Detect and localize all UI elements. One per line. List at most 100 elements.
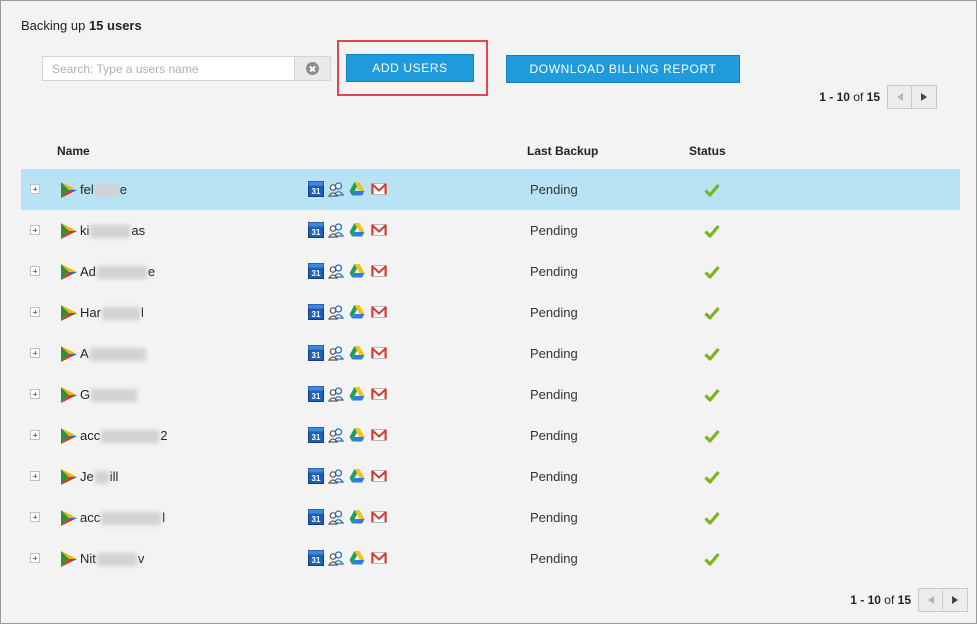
expand-row-icon[interactable]: [30, 266, 40, 276]
gmail-icon: [371, 265, 387, 277]
pagination-top: 1 - 10 of 15: [819, 84, 937, 109]
check-icon: [704, 347, 720, 361]
gmail-service[interactable]: [371, 427, 387, 443]
expand-row-icon[interactable]: [30, 348, 40, 358]
expand-row-icon[interactable]: [30, 184, 40, 194]
calendar-service[interactable]: 31: [308, 222, 324, 238]
contacts-service[interactable]: [327, 181, 345, 197]
drive-service[interactable]: [349, 509, 365, 525]
calendar-service[interactable]: 31: [308, 181, 324, 197]
add-users-button[interactable]: ADD USERS: [346, 54, 474, 82]
backup-summary: Backing up 15 users: [21, 18, 142, 33]
contacts-service[interactable]: [327, 468, 345, 484]
redacted-name-part: [91, 389, 138, 403]
calendar-service[interactable]: 31: [308, 304, 324, 320]
calendar-service[interactable]: 31: [308, 427, 324, 443]
contacts-service[interactable]: [327, 263, 345, 279]
column-header-status[interactable]: Status: [689, 144, 726, 158]
gmail-service[interactable]: [371, 263, 387, 279]
search-input[interactable]: [42, 56, 294, 81]
gmail-service[interactable]: [371, 468, 387, 484]
drive-service[interactable]: [349, 386, 365, 402]
contacts-service[interactable]: [327, 345, 345, 361]
expand-row-icon[interactable]: [30, 430, 40, 440]
prev-page-button[interactable]: [918, 587, 943, 612]
gmail-service[interactable]: [371, 550, 387, 566]
pagination-label: 1 - 10 of 15: [819, 89, 880, 104]
expand-row-icon[interactable]: [30, 553, 40, 563]
user-name: fel e: [80, 182, 127, 198]
contacts-service[interactable]: [327, 304, 345, 320]
calendar-icon: 31: [308, 550, 324, 566]
gmail-service[interactable]: [371, 386, 387, 402]
drive-service[interactable]: [349, 181, 365, 197]
next-page-button[interactable]: [912, 84, 937, 109]
drive-icon: [349, 182, 365, 196]
pagination-bottom: 1 - 10 of 15: [850, 587, 968, 612]
contacts-service[interactable]: [327, 427, 345, 443]
calendar-service[interactable]: 31: [308, 386, 324, 402]
drive-service[interactable]: [349, 263, 365, 279]
table-row[interactable]: fel e 31 Pending: [21, 169, 960, 210]
google-apps-icon: [61, 551, 77, 567]
calendar-service[interactable]: 31: [308, 509, 324, 525]
gmail-icon: [371, 388, 387, 400]
expand-row-icon[interactable]: [30, 512, 40, 522]
check-icon: [704, 265, 720, 279]
gmail-service[interactable]: [371, 345, 387, 361]
table-row[interactable]: acc 2 31 Pending: [21, 415, 960, 456]
expand-row-icon[interactable]: [30, 389, 40, 399]
expand-row-icon[interactable]: [30, 471, 40, 481]
drive-service[interactable]: [349, 222, 365, 238]
expand-row-icon[interactable]: [30, 225, 40, 235]
table-row[interactable]: Har l 31 Pending: [21, 292, 960, 333]
svg-text:31: 31: [312, 474, 321, 483]
gmail-icon: [371, 306, 387, 318]
drive-service[interactable]: [349, 468, 365, 484]
user-name: acc l: [80, 510, 166, 526]
drive-service[interactable]: [349, 550, 365, 566]
calendar-service[interactable]: 31: [308, 550, 324, 566]
prev-page-button[interactable]: [887, 84, 912, 109]
drive-icon: [349, 551, 365, 565]
column-header-last-backup[interactable]: Last Backup: [527, 144, 598, 158]
calendar-service[interactable]: 31: [308, 263, 324, 279]
drive-service[interactable]: [349, 427, 365, 443]
drive-service[interactable]: [349, 304, 365, 320]
table-row[interactable]: ki as 31 Pending: [21, 210, 960, 251]
table-row[interactable]: Ad e 31 Pending: [21, 251, 960, 292]
google-apps-icon: [61, 469, 77, 485]
calendar-service[interactable]: 31: [308, 345, 324, 361]
next-page-button[interactable]: [943, 587, 968, 612]
user-name: Nit v: [80, 551, 145, 567]
expand-row-icon[interactable]: [30, 307, 40, 317]
column-header-name[interactable]: Name: [57, 144, 90, 158]
gmail-service[interactable]: [371, 181, 387, 197]
svg-text:31: 31: [312, 433, 321, 442]
download-billing-report-button[interactable]: DOWNLOAD BILLING REPORT: [506, 55, 740, 83]
check-icon: [704, 306, 720, 320]
contacts-service[interactable]: [327, 386, 345, 402]
contacts-service[interactable]: [327, 222, 345, 238]
table-row[interactable]: G 31 Pending: [21, 374, 960, 415]
contacts-icon: [327, 264, 345, 279]
calendar-service[interactable]: 31: [308, 468, 324, 484]
table-row[interactable]: A 31 Pending: [21, 333, 960, 374]
drive-service[interactable]: [349, 345, 365, 361]
contacts-service[interactable]: [327, 550, 345, 566]
user-name: G: [80, 387, 138, 403]
gmail-service[interactable]: [371, 222, 387, 238]
last-backup-value: Pending: [530, 264, 578, 279]
check-icon: [704, 224, 720, 238]
table-row[interactable]: acc l 31 Pending: [21, 497, 960, 538]
drive-icon: [349, 346, 365, 360]
gmail-service[interactable]: [371, 509, 387, 525]
contacts-icon: [327, 510, 345, 525]
table-row[interactable]: Je ill 31 Pending: [21, 456, 960, 497]
contacts-service[interactable]: [327, 509, 345, 525]
clear-search-button[interactable]: [294, 56, 331, 81]
redacted-name-part: [94, 471, 109, 485]
table-row[interactable]: Nit v 31 Pending: [21, 538, 960, 579]
backup-summary-prefix: Backing up: [21, 18, 86, 33]
gmail-service[interactable]: [371, 304, 387, 320]
